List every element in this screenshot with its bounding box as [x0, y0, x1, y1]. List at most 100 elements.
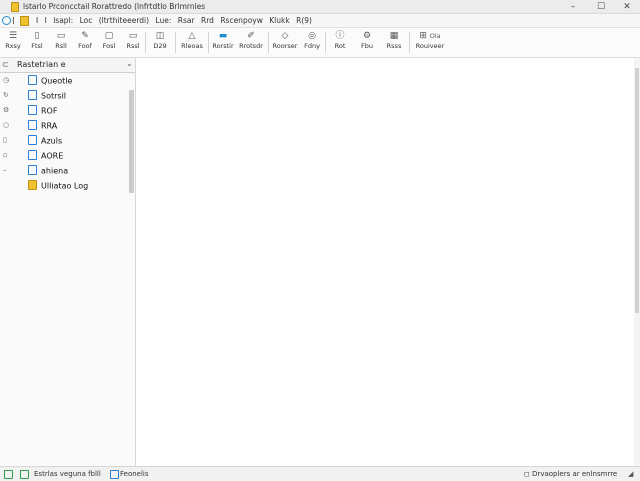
tree-item[interactable]: ahiena — [28, 165, 68, 178]
status-text-middle: Feonelis — [120, 470, 149, 478]
tree-item[interactable]: RRA — [28, 120, 57, 133]
minus-icon[interactable]: – — [3, 166, 7, 174]
status-icon[interactable] — [4, 470, 13, 479]
settings-icon: ⚙ — [362, 31, 372, 41]
toolbar-button-8[interactable]: △ Rleoas — [179, 30, 205, 55]
menu-item[interactable]: Rscenpoyw — [220, 16, 263, 25]
main-scrollbar[interactable] — [634, 58, 640, 466]
toolbar-separator — [409, 32, 410, 53]
menu-item[interactable]: Lue: — [155, 16, 171, 25]
window-title: lstarlo Prconcctail Rorattredo (lnfrtdtl… — [23, 2, 206, 11]
toolbar-button-6[interactable]: ▭ Rssl — [120, 30, 146, 55]
toolbar-button-13[interactable]: ⓘ Rot — [327, 30, 353, 55]
status-right-label: Drvaoplers ar enlnsmrre — [532, 470, 618, 478]
back-arrow-icon[interactable]: ⊂ — [2, 60, 9, 69]
pen-icon: ✐ — [247, 31, 255, 41]
toolbar-button-1[interactable]: ☰ Rxsy — [0, 30, 26, 55]
resize-grip-icon[interactable]: ◢ — [628, 470, 633, 478]
menu-item[interactable]: lsapl: — [53, 16, 73, 25]
toolbar-button-14[interactable]: ⚙ Fbu — [354, 30, 380, 55]
toolbar-button-10[interactable]: ✐ Rrotsdr — [238, 30, 264, 55]
grid-icon: ⊞ Ola — [419, 31, 441, 41]
item-icon — [28, 90, 37, 100]
diamond-icon: ◇ — [281, 31, 289, 41]
toolbar-button-11[interactable]: ◇ Roorser — [272, 30, 298, 55]
menu-item[interactable]: (ltrthiteeerdi) — [99, 16, 149, 25]
toolbar-button-3[interactable]: ▭ Rsll — [48, 30, 74, 55]
item-icon — [28, 105, 37, 115]
gear-icon[interactable]: ⚙ — [3, 106, 9, 114]
doc-icon[interactable]: ▯ — [3, 136, 7, 144]
toolbar-button-4[interactable]: ✎ Foof — [72, 30, 98, 55]
list-icon: ☰ — [8, 31, 18, 41]
sidebar-header[interactable]: ⊂ Rastetrian e ⌄ — [0, 58, 135, 73]
tree-item[interactable]: Ulliatao Log — [28, 180, 88, 193]
toolbar-button-5[interactable]: ▢ Fosl — [96, 30, 122, 55]
tree-item[interactable]: ROF — [28, 105, 57, 118]
item-icon — [28, 120, 37, 130]
edit-icon: ✎ — [81, 31, 89, 41]
folder-icon: ▭ — [56, 31, 66, 41]
refresh-icon[interactable]: ↻ — [3, 91, 9, 99]
dialog-icon: ◫ — [155, 31, 165, 41]
status-text-left: Estrlas veguna fblll — [34, 470, 101, 478]
table-icon: ▦ — [389, 31, 399, 41]
sidebar-title: Rastetrian e — [17, 60, 66, 69]
close-button[interactable]: ✕ — [616, 0, 638, 13]
scrollbar-thumb[interactable] — [635, 68, 639, 313]
status-text-right: ◻ Drvaoplers ar enlnsmrre — [524, 470, 618, 478]
page-icon[interactable]: ▫ — [3, 151, 8, 159]
menu-item[interactable]: Rsar — [178, 16, 195, 25]
line-icon: ▬ — [218, 31, 228, 41]
maximize-button[interactable]: ☐ — [590, 0, 612, 13]
item-icon — [28, 150, 37, 160]
toolbar-button-16[interactable]: ⊞ Ola Rouiveer — [414, 30, 446, 55]
circle-icon[interactable]: ○ — [3, 121, 9, 129]
toolbar-separator — [268, 32, 269, 53]
status-icon[interactable] — [110, 470, 119, 479]
toolbar-button-15[interactable]: ▦ Rsss — [381, 30, 407, 55]
status-bar: Estrlas veguna fblll Feonelis ◻ Drvaople… — [0, 466, 640, 481]
main-content — [136, 58, 634, 466]
refresh-icon[interactable] — [2, 16, 11, 25]
menu-item[interactable]: I — [36, 16, 38, 25]
tree-item[interactable]: Azuls — [28, 135, 62, 148]
toolbar-button-9[interactable]: ▬ Rorstir — [210, 30, 236, 55]
clock-icon[interactable]: ◷ — [3, 76, 9, 84]
status-icon[interactable] — [20, 470, 29, 479]
toolbar-extra-label: Ola — [429, 32, 441, 40]
toolbar-separator — [175, 32, 176, 53]
app-icon — [11, 2, 19, 12]
doc-icon: ▯ — [34, 31, 40, 41]
item-icon — [28, 165, 37, 175]
tree-item[interactable]: Queotle — [28, 75, 72, 88]
menu-item[interactable]: Loc — [80, 16, 93, 25]
title-bar: lstarlo Prconcctail Rorattredo (lnfrtdtl… — [0, 0, 640, 14]
search-icon: ◎ — [308, 31, 316, 41]
toolbar-separator — [325, 32, 326, 53]
toolbar-button-7[interactable]: ◫ D29 — [147, 30, 173, 55]
tree-item[interactable]: Sotrsil — [28, 90, 66, 103]
tree-item[interactable]: AORE — [28, 150, 63, 163]
minimize-button[interactable]: – — [562, 0, 584, 13]
menu-item[interactable]: R(9) — [296, 16, 312, 25]
triangle-icon: △ — [188, 31, 196, 41]
toolbar-separator — [145, 32, 146, 53]
toolbar: ☰ Rxsy ▯ Ftsl ▭ Rsll ✎ Foof ▢ Fosl ▭ Rss… — [0, 28, 640, 58]
window-icon: ▭ — [128, 31, 138, 41]
menu-item[interactable]: I — [45, 16, 47, 25]
menu-bar: I I lsapl: Loc (ltrthiteeerdi) Lue: Rsar… — [0, 14, 640, 28]
chevron-down-icon[interactable]: ⌄ — [126, 59, 133, 68]
toolbar-button-12[interactable]: ◎ Fdny — [299, 30, 325, 55]
item-icon — [28, 135, 37, 145]
toolbar-separator — [208, 32, 209, 53]
info-icon: ⓘ — [335, 31, 345, 41]
sidebar-scrollbar[interactable] — [129, 90, 134, 193]
item-icon — [28, 75, 37, 85]
folder-icon[interactable] — [20, 16, 29, 26]
menu-item[interactable]: Rrd — [201, 16, 214, 25]
sidebar: ⊂ Rastetrian e ⌄ ◷ ↻ ⚙ ○ ▯ ▫ – Queotle S… — [0, 58, 136, 466]
toolbar-button-2[interactable]: ▯ Ftsl — [24, 30, 50, 55]
menu-items: I I lsapl: Loc (ltrthiteeerdi) Lue: Rsar… — [36, 16, 316, 25]
menu-item[interactable]: Klukk — [269, 16, 289, 25]
